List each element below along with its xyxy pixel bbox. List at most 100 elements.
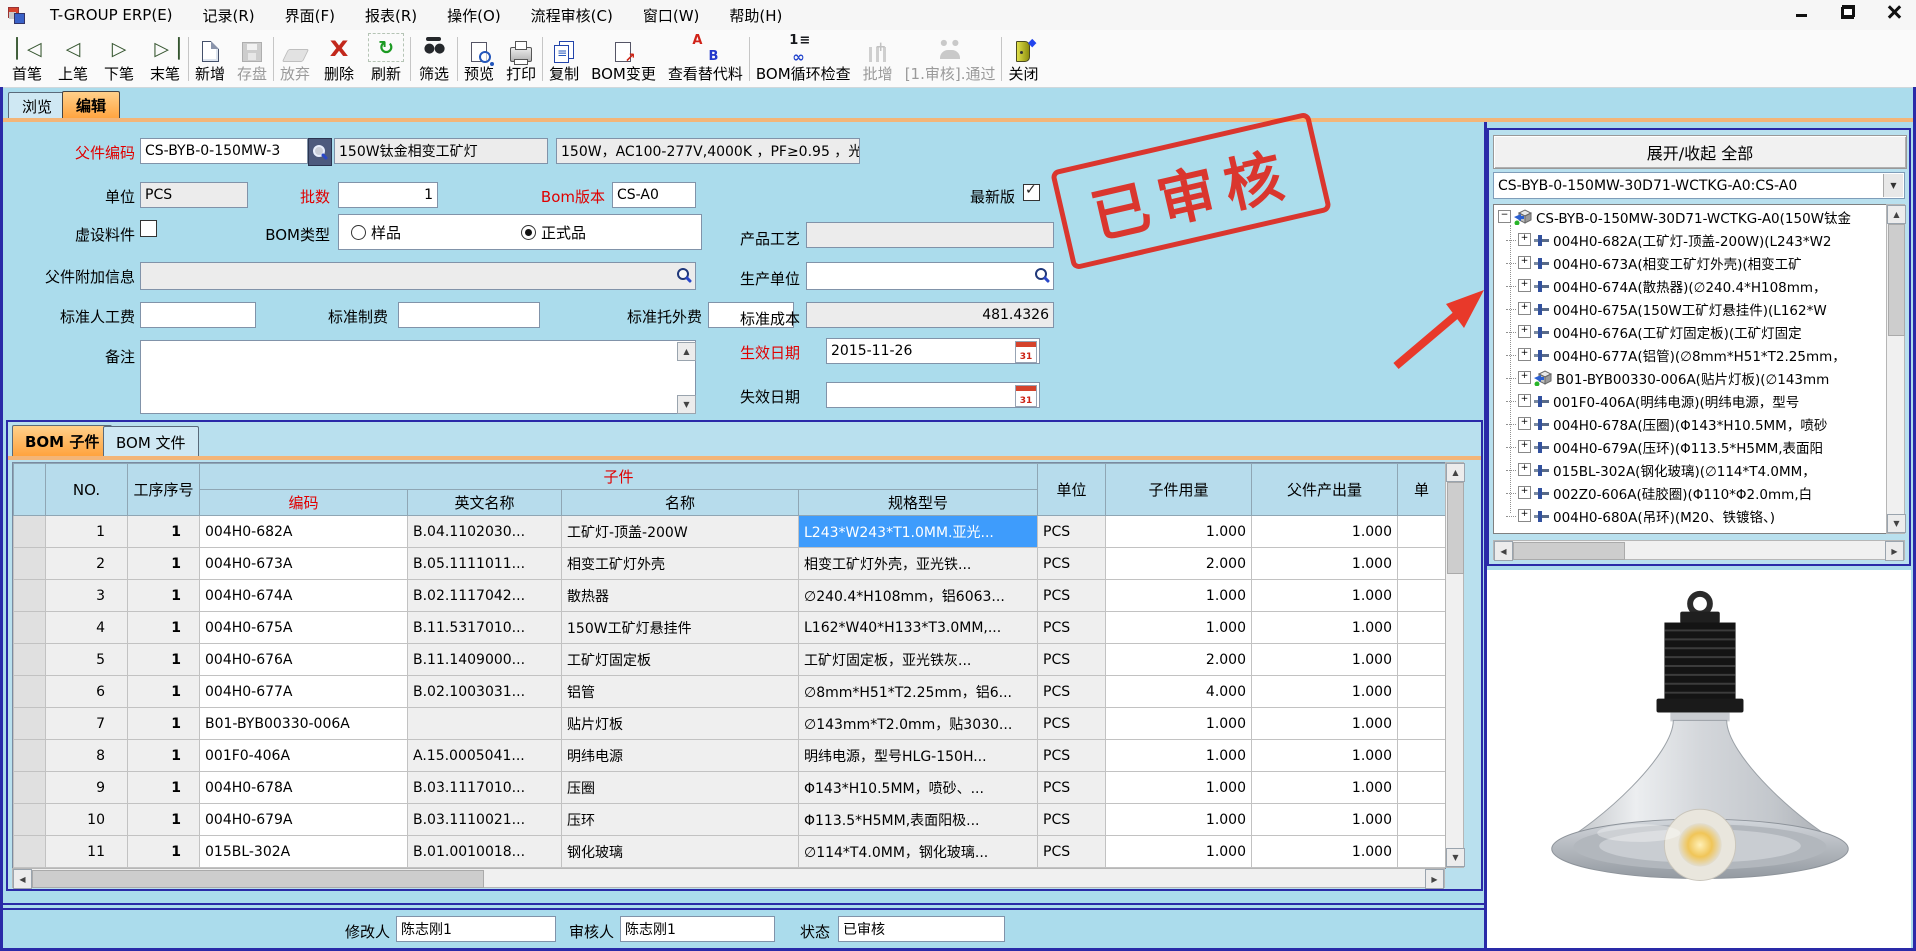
menu-item[interactable]: 窗口(W) (628, 0, 715, 30)
bom-type-sample-radio[interactable] (351, 225, 366, 240)
cell-unit[interactable]: PCS (1038, 836, 1106, 868)
row-indicator[interactable] (14, 548, 46, 580)
row-indicator[interactable] (14, 804, 46, 836)
remark-textarea[interactable] (140, 340, 696, 414)
cell-name[interactable]: 散热器 (562, 580, 799, 612)
cell-name[interactable]: 工矿灯-顶盖-200W (562, 516, 799, 548)
grid-header-en[interactable]: 英文名称 (408, 490, 562, 516)
table-row[interactable]: 9 1 004H0-678A B.03.1117010... 压圈 Φ143*H… (14, 772, 1446, 804)
toolbar-button[interactable]: 末笔 (142, 30, 188, 87)
cell-en[interactable]: B.11.1409000... (408, 644, 562, 676)
row-indicator[interactable] (14, 580, 46, 612)
cell-no[interactable]: 2 (46, 548, 128, 580)
cell-qty[interactable]: 2.000 (1106, 644, 1252, 676)
cell-en[interactable]: B.01.0010018... (408, 836, 562, 868)
toolbar-button[interactable]: BOM变更 (585, 30, 662, 87)
cell-qty[interactable]: 1.000 (1106, 772, 1252, 804)
menu-item[interactable]: 报表(R) (350, 0, 432, 30)
toolbar-button[interactable]: 刷新 (362, 30, 410, 87)
table-row[interactable]: 5 1 004H0-676A B.11.1409000... 工矿灯固定板 工矿… (14, 644, 1446, 676)
cell-qty[interactable]: 1.000 (1106, 708, 1252, 740)
cell-no[interactable]: 4 (46, 612, 128, 644)
cell-unit[interactable]: PCS (1038, 708, 1106, 740)
expand-icon[interactable]: + (1518, 509, 1531, 522)
cell-code[interactable]: 004H0-677A (200, 676, 408, 708)
cell-name[interactable]: 相变工矿灯外壳 (562, 548, 799, 580)
tree-vscroll-thumb[interactable] (1888, 224, 1905, 336)
cell-code[interactable]: 004H0-678A (200, 772, 408, 804)
cell-extra[interactable] (1398, 836, 1446, 868)
cell-extra[interactable] (1398, 548, 1446, 580)
cell-no[interactable]: 9 (46, 772, 128, 804)
cell-qty[interactable]: 1.000 (1106, 804, 1252, 836)
std-labor-field[interactable] (140, 302, 256, 328)
cell-extra[interactable] (1398, 676, 1446, 708)
cell-seq[interactable]: 1 (128, 804, 200, 836)
tab-browse[interactable]: 浏览 (8, 92, 66, 120)
batch-field[interactable]: 1 (338, 182, 438, 208)
cell-name[interactable]: 铝管 (562, 676, 799, 708)
menu-item[interactable]: 帮助(H) (714, 0, 797, 30)
tree-node[interactable]: + 004H0-677A(铝管) (1494, 343, 1904, 366)
cell-extra[interactable] (1398, 772, 1446, 804)
cell-out[interactable]: 1.000 (1252, 740, 1398, 772)
tree-node[interactable]: + 004H0-676A(工矿灯 (1494, 320, 1904, 343)
cell-seq[interactable]: 1 (128, 836, 200, 868)
cell-spec[interactable]: 工矿灯固定板，亚光铁灰... (799, 644, 1038, 676)
cell-spec[interactable]: L162*W40*H133*T3.0MM,... (799, 612, 1038, 644)
tab-bom-files[interactable]: BOM 文件 (103, 426, 199, 457)
grid-scroll-right-icon[interactable]: ▶ (1425, 869, 1444, 889)
menu-item[interactable]: 流程审核(C) (516, 0, 628, 30)
cell-unit[interactable]: PCS (1038, 740, 1106, 772)
calendar-icon[interactable]: 31 (1015, 385, 1037, 407)
tree-hscroll-thumb[interactable] (1513, 542, 1625, 560)
close-icon[interactable] (1886, 4, 1902, 20)
cell-out[interactable]: 1.000 (1252, 516, 1398, 548)
grid-scroll-up-icon[interactable]: ▲ (1446, 463, 1465, 482)
menu-item[interactable]: 记录(R) (188, 0, 270, 30)
tree-node[interactable]: + 002Z0-606A(硅胶圈 (1494, 481, 1904, 504)
cell-en[interactable] (408, 708, 562, 740)
tree-node[interactable]: + 004H0-673A(相变工 (1494, 251, 1904, 274)
collapse-icon[interactable]: − (1498, 210, 1511, 223)
cell-name[interactable]: 钢化玻璃 (562, 836, 799, 868)
toolbar-button[interactable]: 首笔 (4, 30, 50, 87)
cell-seq[interactable]: 1 (128, 516, 200, 548)
restore-icon[interactable] (1840, 4, 1856, 20)
toolbar-button[interactable]: 批增 (857, 30, 899, 87)
expire-date-field[interactable]: 31 (826, 382, 1040, 408)
cell-extra[interactable] (1398, 804, 1446, 836)
cell-code[interactable]: 001F0-406A (200, 740, 408, 772)
cell-en[interactable]: B.02.1003031... (408, 676, 562, 708)
row-indicator[interactable] (14, 836, 46, 868)
toolbar-button[interactable]: BOM循环检查 (750, 30, 857, 87)
cell-code[interactable]: 004H0-674A (200, 580, 408, 612)
cell-no[interactable]: 10 (46, 804, 128, 836)
row-indicator[interactable] (14, 772, 46, 804)
toolbar-button[interactable]: 放弃 (274, 30, 316, 87)
cell-code[interactable]: 004H0-673A (200, 548, 408, 580)
cell-no[interactable]: 11 (46, 836, 128, 868)
cell-code[interactable]: 004H0-682A (200, 516, 408, 548)
cell-spec[interactable]: ∅240.4*H108mm，铝6063... (799, 580, 1038, 612)
cell-unit[interactable]: PCS (1038, 772, 1106, 804)
tab-edit[interactable]: 编辑 (62, 91, 120, 119)
cell-qty[interactable]: 1.000 (1106, 516, 1252, 548)
grid-header-extra[interactable]: 单 (1398, 464, 1446, 516)
cell-spec[interactable]: 明纬电源，型号HLG-150H... (799, 740, 1038, 772)
bom-version-field[interactable]: CS-A0 (612, 182, 696, 208)
cell-name[interactable]: 贴片灯板 (562, 708, 799, 740)
cell-qty[interactable]: 1.000 (1106, 740, 1252, 772)
table-row[interactable]: 3 1 004H0-674A B.02.1117042... 散热器 ∅240.… (14, 580, 1446, 612)
cell-spec[interactable]: ∅8mm*H51*T2.25mm，铝6... (799, 676, 1038, 708)
cell-seq[interactable]: 1 (128, 644, 200, 676)
std-mfg-field[interactable] (398, 302, 540, 328)
cell-out[interactable]: 1.000 (1252, 676, 1398, 708)
cell-extra[interactable] (1398, 516, 1446, 548)
cell-out[interactable]: 1.000 (1252, 580, 1398, 612)
toolbar-button[interactable]: 存盘 (231, 30, 273, 87)
cell-spec[interactable]: Φ113.5*H5MM,表面阳极... (799, 804, 1038, 836)
cell-extra[interactable] (1398, 612, 1446, 644)
tree-root-node[interactable]: − CS-BYB-0-150MW-30D71-WCTKG-A0(150W钛金 (1494, 205, 1904, 228)
effective-date-field[interactable]: 2015-11-2631 (826, 338, 1040, 364)
